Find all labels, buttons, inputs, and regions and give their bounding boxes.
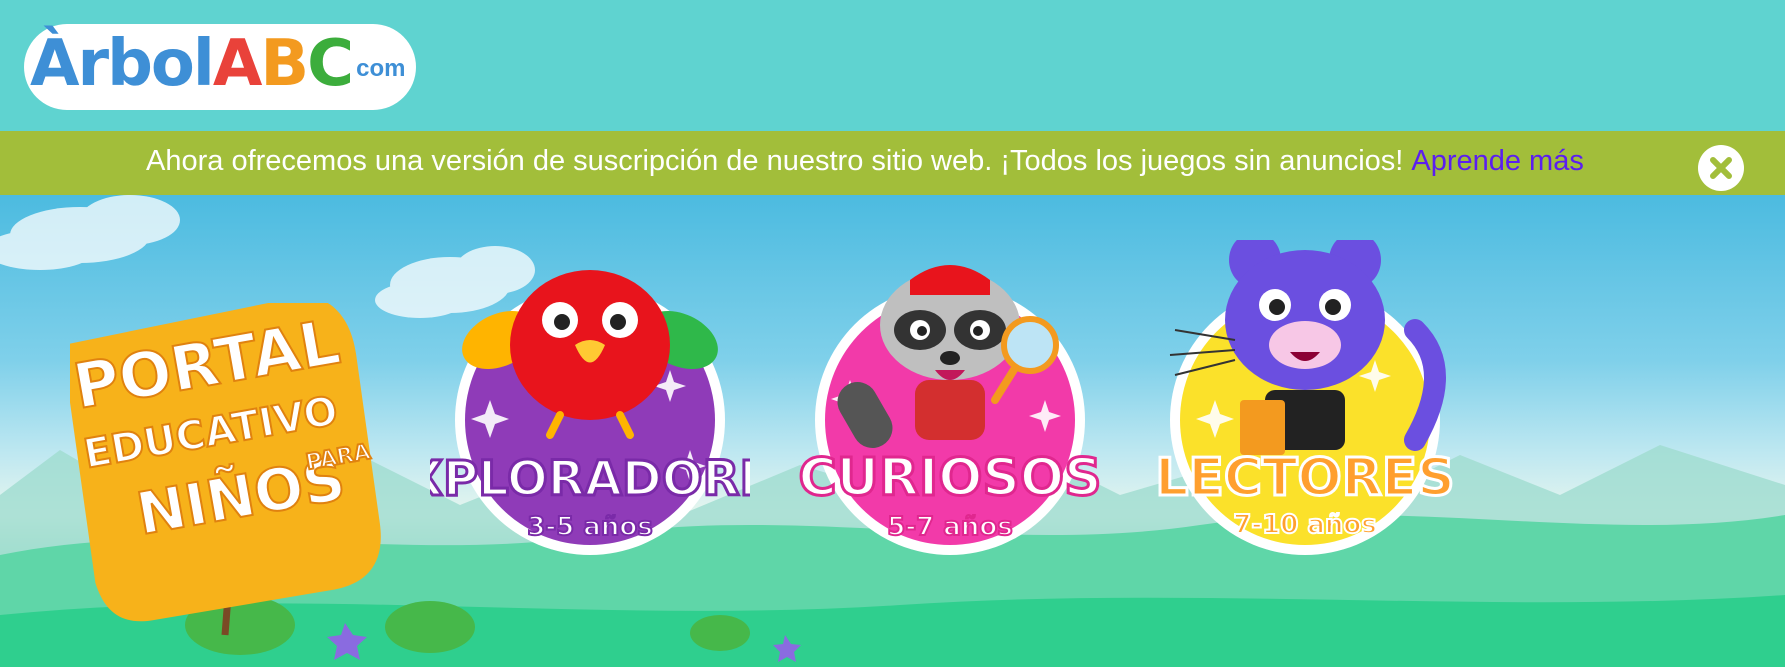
card-lectores-ages: 7-10 años bbox=[1233, 510, 1377, 540]
card-exploradores-title: EXPLORADORES bbox=[430, 451, 750, 507]
card-exploradores[interactable]: EXPLORADORES 3-5 años bbox=[430, 250, 750, 560]
logo-letter-a: A bbox=[212, 27, 263, 101]
learn-more-link[interactable]: Aprende más bbox=[1411, 145, 1584, 177]
card-curiosos-ages: 5-7 años bbox=[887, 512, 1012, 542]
card-lectores-title: LECTORES bbox=[1155, 448, 1455, 508]
banner-close-button[interactable] bbox=[1698, 145, 1744, 191]
site-logo[interactable]: Àrbol A B C com bbox=[24, 18, 416, 110]
portal-educativo-badge: PORTAL EDUCATIVO NIÑOS PARA bbox=[70, 303, 381, 622]
card-curiosos-art: CURIOSOS 5-7 años bbox=[797, 265, 1103, 555]
card-curiosos-title: CURIOSOS bbox=[798, 448, 1101, 508]
banner-message-line: Ahora ofrecemos una versión de suscripci… bbox=[146, 145, 1584, 178]
card-exploradores-art: EXPLORADORES 3-5 años bbox=[430, 270, 750, 555]
banner-message: Ahora ofrecemos una versión de suscripci… bbox=[146, 145, 1404, 177]
close-x-icon bbox=[1710, 157, 1732, 179]
logo-letter-c: C bbox=[307, 27, 354, 101]
logo-word-arbol: Àrbol bbox=[30, 27, 215, 101]
card-curiosos[interactable]: CURIOSOS 5-7 años bbox=[790, 250, 1110, 560]
logo-domain: com bbox=[356, 55, 406, 82]
card-lectores[interactable]: LECTORES 7-10 años bbox=[1145, 240, 1475, 560]
hero-section: PORTAL EDUCATIVO NIÑOS PARA PLORADOR 3-5… bbox=[0, 195, 1785, 667]
logo-letter-b: B bbox=[260, 27, 309, 101]
card-lectores-art: LECTORES 7-10 años bbox=[1154, 240, 1456, 555]
site-header: Àrbol A B C com bbox=[0, 0, 1785, 131]
subscription-banner: Ahora ofrecemos una versión de suscripci… bbox=[0, 131, 1785, 195]
card-exploradores-ages: 3-5 años bbox=[527, 512, 652, 542]
